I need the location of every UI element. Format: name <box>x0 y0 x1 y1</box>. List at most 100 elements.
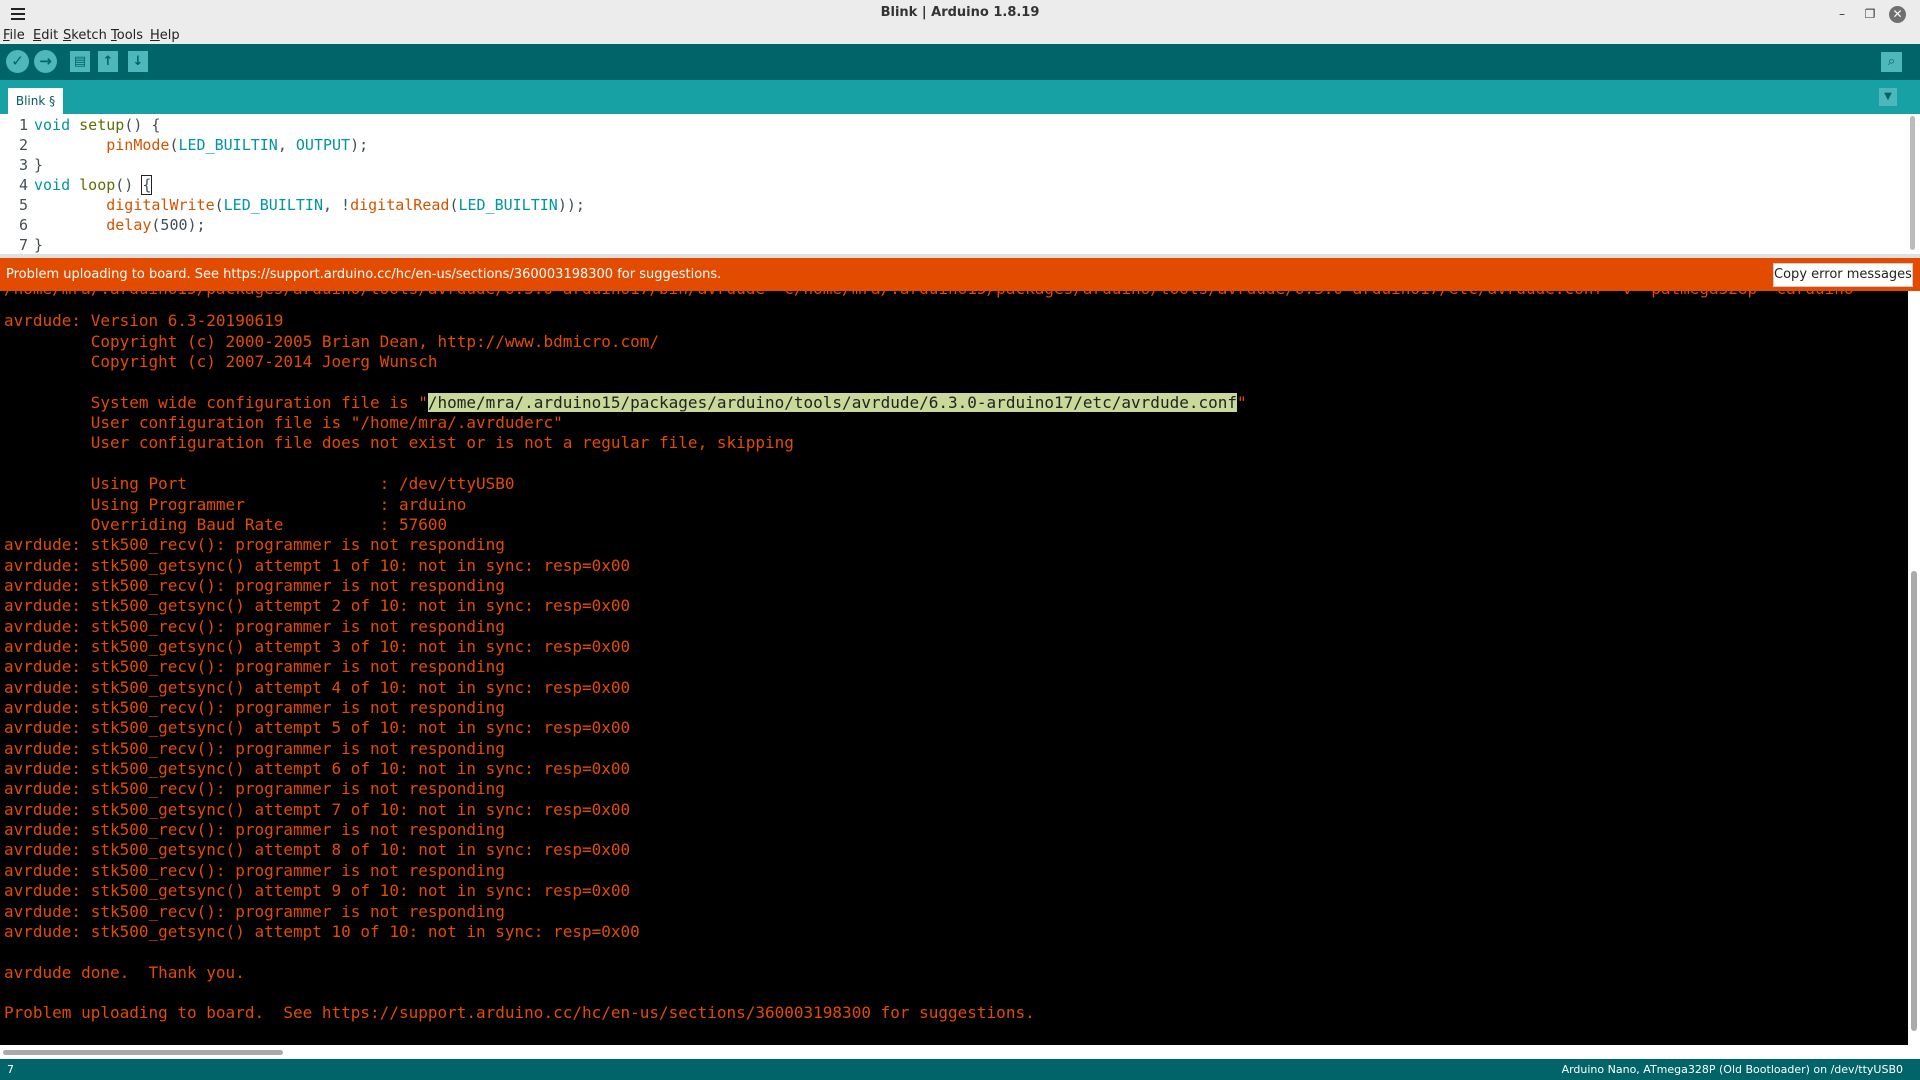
title-bar: Blink | Arduino 1.8.19 – ❐ ✕ <box>0 0 1920 29</box>
line-number: 4 <box>18 176 28 194</box>
code-token: } <box>34 236 44 254</box>
menu-help[interactable]: Help <box>150 28 180 43</box>
console-line: avrdude: stk500_getsync() attempt 2 of 1… <box>4 596 631 616</box>
console-line: Copyright (c) 2000-2005 Brian Dean, http… <box>4 331 660 351</box>
console-vertical-scrollbar[interactable] <box>1908 291 1920 1045</box>
tab-menu-chevron-down-icon[interactable]: ▼ <box>1879 88 1897 106</box>
code-token: () { <box>124 116 161 134</box>
code-token: loop <box>79 176 116 194</box>
console-vertical-scrollbar-thumb[interactable] <box>1911 571 1917 1031</box>
tab-bar: Blink § ▼ <box>0 80 1920 114</box>
code-token: setup <box>79 116 125 134</box>
console-partial-line: /home/mra/.arduino15/packages/arduino/to… <box>4 291 1854 299</box>
code-token: { <box>141 175 153 195</box>
console-line: User configuration file is "/home/mra/.a… <box>4 413 563 433</box>
console-line: avrdude done. Thank you. <box>4 962 245 982</box>
code-token: ( <box>214 196 224 214</box>
console-line: avrdude: stk500_getsync() attempt 1 of 1… <box>4 555 631 575</box>
minimize-icon[interactable]: – <box>1834 6 1850 22</box>
console-line: avrdude: stk500_getsync() attempt 10 of … <box>4 921 640 941</box>
save-icon[interactable]: ↓ <box>128 51 148 72</box>
menu-file[interactable]: File <box>3 28 25 43</box>
console-line: avrdude: stk500_getsync() attempt 6 of 1… <box>4 759 631 779</box>
verify-icon[interactable]: ✓ <box>6 50 29 73</box>
console-line: avrdude: stk500_recv(): programmer is no… <box>4 779 505 799</box>
code-token: LED_BUILTIN <box>178 136 278 154</box>
new-icon[interactable]: ▤ <box>70 51 90 72</box>
code-editor[interactable]: 1234567 void setup() { pinMode(LED_BUILT… <box>0 114 1920 254</box>
console-horizontal-scrollbar-thumb[interactable] <box>3 1050 283 1055</box>
code-token: OUTPUT <box>295 136 351 154</box>
maximize-icon[interactable]: ❐ <box>1862 6 1878 22</box>
code-token: (500); <box>151 216 206 234</box>
code-token: , ! <box>323 196 351 214</box>
menu-bar: File Edit Sketch Tools Help <box>0 28 1920 44</box>
code-token: pinMode <box>106 136 170 154</box>
console-line: Using Programmer : arduino <box>4 494 467 514</box>
line-number: 7 <box>18 236 28 254</box>
console-line: avrdude: stk500_getsync() attempt 3 of 1… <box>4 636 631 656</box>
console-line: avrdude: stk500_recv(): programmer is no… <box>4 657 505 677</box>
console-line: avrdude: stk500_recv(): programmer is no… <box>4 535 505 555</box>
console-output[interactable]: /home/mra/.arduino15/packages/arduino/to… <box>0 291 1908 1045</box>
error-message: Problem uploading to board. See https://… <box>6 267 722 282</box>
menu-sketch[interactable]: Sketch <box>63 28 107 43</box>
console-line: Copyright (c) 2007-2014 Joerg Wunsch <box>4 352 438 372</box>
console-line: avrdude: stk500_getsync() attempt 4 of 1… <box>4 677 631 697</box>
line-number: 5 <box>18 196 28 214</box>
line-number: 2 <box>18 136 28 154</box>
line-number-gutter: 1 2 3 4 5 6 7 <box>0 114 32 254</box>
console-line: avrdude: stk500_recv(): programmer is no… <box>4 860 505 880</box>
console-line: Overriding Baud Rate : 57600 <box>4 514 448 534</box>
code-token: ( <box>169 136 179 154</box>
console-horizontal-scrollbar[interactable] <box>0 1045 1920 1059</box>
code-token: } <box>34 156 44 174</box>
code-token: digitalRead <box>350 196 450 214</box>
copy-error-messages-button[interactable]: Copy error messages <box>1773 263 1913 287</box>
status-board-info: Arduino Nano, ATmega328P (Old Bootloader… <box>1561 1063 1903 1076</box>
menu-tools[interactable]: Tools <box>111 28 143 43</box>
console-line: avrdude: stk500_recv(): programmer is no… <box>4 738 505 758</box>
upload-icon[interactable]: → <box>34 50 57 73</box>
serial-monitor-icon[interactable]: ⌕ <box>1881 52 1902 72</box>
code-token: () <box>115 176 143 194</box>
code-token: ); <box>350 136 369 154</box>
editor-scrollbar[interactable] <box>1906 114 1920 254</box>
code-token: void <box>34 176 71 194</box>
open-icon[interactable]: ↑ <box>98 51 118 72</box>
console-line: Problem uploading to board. See https://… <box>4 1003 1035 1023</box>
line-number: 3 <box>18 156 28 174</box>
console-line: User configuration file does not exist o… <box>4 433 794 453</box>
editor-scrollbar-thumb[interactable] <box>1910 116 1915 250</box>
console-line: avrdude: stk500_recv(): programmer is no… <box>4 575 505 595</box>
tab-blink[interactable]: Blink § <box>8 88 63 114</box>
console-line: avrdude: stk500_recv(): programmer is no… <box>4 616 505 636</box>
console-line: avrdude: stk500_getsync() attempt 9 of 1… <box>4 881 631 901</box>
error-bar: Problem uploading to board. See https://… <box>0 258 1920 291</box>
console-line: Using Port : /dev/ttyUSB0 <box>4 474 515 494</box>
line-number: 6 <box>18 216 28 234</box>
console-line: System wide configuration file is "/home… <box>4 392 1247 412</box>
console-line: avrdude: stk500_recv(): programmer is no… <box>4 698 505 717</box>
console-line: avrdude: stk500_recv(): programmer is no… <box>4 820 505 840</box>
menu-edit[interactable]: Edit <box>33 28 58 43</box>
code-token: )); <box>557 196 585 214</box>
close-icon[interactable]: ✕ <box>1889 6 1906 23</box>
console-line: avrdude: Version 6.3-20190619 <box>4 311 284 331</box>
line-number: 1 <box>18 116 28 134</box>
status-line-number: 7 <box>7 1063 14 1076</box>
code-token: , <box>277 136 296 154</box>
code-token: LED_BUILTIN <box>458 196 558 214</box>
window-title: Blink | Arduino 1.8.19 <box>880 5 1040 20</box>
console-line: avrdude: stk500_recv(): programmer is no… <box>4 901 505 921</box>
code-token: digitalWrite <box>106 196 215 214</box>
status-bar: 7 Arduino Nano, ATmega328P (Old Bootload… <box>0 1059 1920 1080</box>
console-line: avrdude: stk500_getsync() attempt 7 of 1… <box>4 799 631 819</box>
code-token: delay <box>106 216 152 234</box>
console-line: avrdude: stk500_getsync() attempt 8 of 1… <box>4 840 631 860</box>
code-token: LED_BUILTIN <box>223 196 323 214</box>
console-line: avrdude: stk500_getsync() attempt 5 of 1… <box>4 718 631 738</box>
selected-config-path[interactable]: /home/mra/.arduino15/packages/arduino/to… <box>427 392 1237 412</box>
